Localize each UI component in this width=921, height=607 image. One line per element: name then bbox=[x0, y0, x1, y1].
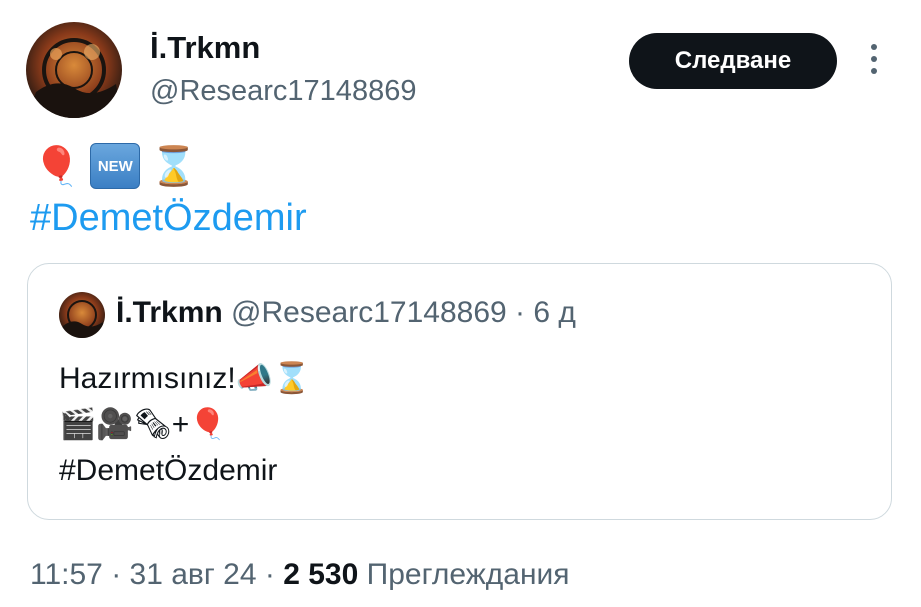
tweet-date[interactable]: 31 авг 24 bbox=[130, 558, 257, 591]
quoted-header: İ.Trkmn @Researc17148869 · 6 д bbox=[116, 296, 576, 330]
more-options-icon[interactable] bbox=[866, 44, 882, 80]
tweet-meta: 11:57 · 31 авг 24 · 2 530 Преглеждания bbox=[30, 558, 570, 592]
quoted-time[interactable]: 6 д bbox=[533, 296, 576, 329]
quoted-hashtag: #DemetÖzdemir bbox=[59, 454, 278, 487]
tweet-hashtag-link[interactable]: #DemetÖzdemir bbox=[30, 197, 307, 240]
quoted-text-line: Hazırmısınız!📣⌛ bbox=[59, 362, 311, 395]
meta-separator: · bbox=[111, 558, 122, 591]
views-label: Преглеждания bbox=[366, 558, 570, 591]
tweet-emoji-row: 🎈 NEW ⌛ bbox=[33, 140, 198, 192]
quoted-emoji-line: 🎬🎥🗞+🎈 bbox=[59, 408, 227, 441]
quoted-display-name[interactable]: İ.Trkmn bbox=[116, 296, 223, 329]
follow-button[interactable]: Следване bbox=[629, 33, 837, 89]
views-count: 2 530 bbox=[283, 558, 359, 591]
quoted-separator: · bbox=[515, 296, 526, 329]
hourglass-emoji-icon: ⌛ bbox=[150, 143, 198, 188]
author-avatar[interactable] bbox=[26, 22, 122, 118]
quoted-body: Hazırmısınız!📣⌛ 🎬🎥🗞+🎈 #DemetÖzdemir bbox=[59, 356, 310, 494]
tweet-time[interactable]: 11:57 bbox=[30, 558, 103, 591]
quoted-tweet-card[interactable]: İ.Trkmn @Researc17148869 · 6 д Hazırmısı… bbox=[27, 263, 892, 520]
quoted-author-avatar[interactable] bbox=[59, 292, 105, 338]
avatar-image bbox=[26, 38, 122, 118]
author-handle[interactable]: @Researc17148869 bbox=[150, 75, 416, 108]
balloon-emoji-icon: 🎈 bbox=[33, 143, 81, 188]
new-button-emoji-icon: NEW bbox=[90, 143, 141, 189]
author-display-name[interactable]: İ.Trkmn bbox=[150, 30, 260, 66]
quoted-handle[interactable]: @Researc17148869 bbox=[231, 296, 507, 329]
meta-separator: · bbox=[264, 558, 275, 591]
quoted-avatar-image bbox=[59, 300, 105, 338]
